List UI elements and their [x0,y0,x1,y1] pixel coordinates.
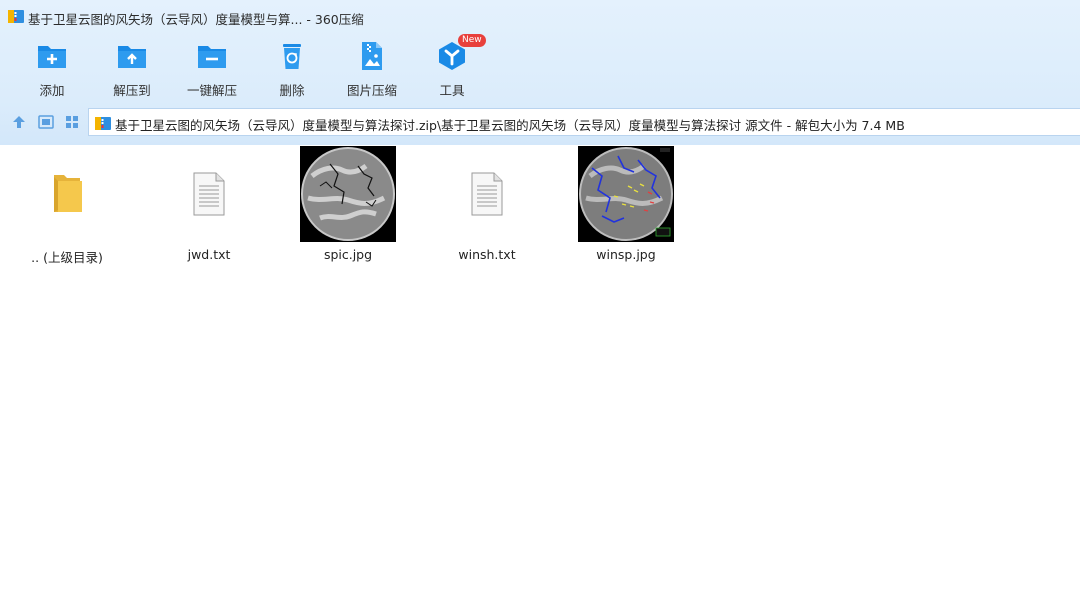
detail-view-icon[interactable] [37,113,55,131]
list-item-spic[interactable]: spic.jpg [283,145,413,275]
up-arrow-icon[interactable] [10,113,28,131]
one-click-extract-label: 一键解压 [186,83,237,98]
thumbnail-view-icon[interactable] [63,113,81,131]
delete-icon [283,44,301,69]
one-click-extract-button[interactable]: 一键解压 [174,38,250,98]
image-compress-icon [362,42,382,70]
image-compress-button[interactable]: 图片压缩 [334,38,410,98]
satellite-image-thumbnail [300,146,396,242]
navigation-bar: 基于卫星云图的风矢场（云导风）度量模型与算法探讨.zip\基于卫星云图的风矢场（… [0,106,1080,138]
window-chrome: 基于卫星云图的风矢场（云导风）度量模型与算... - 360压缩 添加 解压到 [0,0,1080,145]
wind-field-image-thumbnail [578,146,674,242]
extract-to-label: 解压到 [113,83,151,98]
archive-icon [95,117,111,130]
address-bar[interactable]: 基于卫星云图的风矢场（云导风）度量模型与算法探讨.zip\基于卫星云图的风矢场（… [88,108,1080,136]
file-name: spic.jpg [323,247,373,262]
add-button[interactable]: 添加 [14,38,90,98]
folder-icon [54,175,82,212]
new-badge: New [458,34,486,47]
list-item-parent-folder[interactable]: .. (上级目录) [2,145,132,275]
file-name: jwd.txt [187,247,231,262]
extract-to-button[interactable]: 解压到 [94,38,170,98]
tools-label: 工具 [439,83,465,98]
list-item-jwd[interactable]: jwd.txt [144,145,274,275]
delete-button[interactable]: 删除 [254,38,330,98]
text-file-icon [471,172,503,216]
tools-button[interactable]: New 工具 [414,34,490,98]
file-name: winsh.txt [458,247,516,262]
title-bar: 基于卫星云图的风矢场（云导风）度量模型与算... - 360压缩 [0,0,1080,34]
address-path: 基于卫星云图的风矢场（云导风）度量模型与算法探讨.zip\基于卫星云图的风矢场（… [115,118,905,133]
one-click-extract-icon [198,46,226,68]
add-label: 添加 [39,83,65,98]
text-file-icon [193,172,225,216]
list-item-winsh[interactable]: winsh.txt [422,145,552,275]
file-name: .. (上级目录) [31,250,103,265]
delete-label: 删除 [279,83,305,98]
list-item-winsp[interactable]: winsp.jpg [561,145,691,275]
toolbar: 添加 解压到 一键解压 删除 图片压缩 New 工具 [0,34,1080,102]
file-list: .. (上级目录) jwd.txt spic.jpg winsh.txt win… [0,145,1080,598]
image-compress-label: 图片压缩 [346,83,397,98]
window-title: 基于卫星云图的风矢场（云导风）度量模型与算... - 360压缩 [28,12,364,27]
add-to-archive-icon [38,46,66,68]
file-name: winsp.jpg [596,247,656,262]
extract-to-icon [118,46,146,68]
archive-app-icon [8,10,24,23]
